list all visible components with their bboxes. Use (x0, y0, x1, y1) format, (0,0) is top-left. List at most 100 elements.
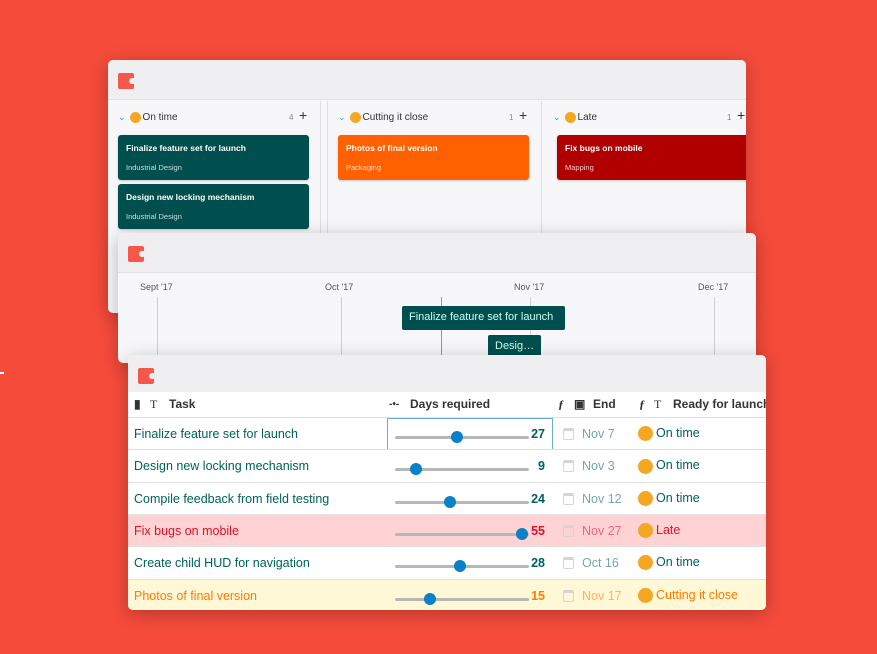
chevron-down-icon[interactable]: ⌄ (118, 112, 126, 123)
column-header-task[interactable]: Task (169, 397, 195, 411)
grinning-face-icon (638, 555, 653, 571)
kanban-card[interactable]: Design new locking mechanism Industrial D… (118, 184, 309, 229)
text-type-icon: T (150, 397, 158, 411)
astonished-face-icon (564, 111, 576, 123)
end-date: Nov 3 (582, 459, 615, 474)
slider-thumb[interactable] (409, 463, 422, 476)
column-header-end[interactable]: End (593, 397, 616, 411)
table-window: ▮ T Task -•- Days required ƒ ▣ End ƒ T R… (128, 355, 766, 610)
ready-status: On time (638, 555, 700, 571)
add-card-button[interactable]: + (299, 107, 307, 123)
timeline-bar[interactable]: Finalize feature set for launch (402, 306, 565, 330)
card-subtitle: Industrial Design (126, 163, 182, 172)
ready-label: On time (656, 426, 700, 440)
days-value: 28 (531, 556, 545, 571)
grinning-face-icon (638, 426, 653, 442)
ready-status: Late (638, 522, 681, 539)
ready-label: Cutting it close (656, 587, 738, 602)
calendar-icon (563, 428, 574, 440)
ready-status: Cutting it close (638, 588, 738, 603)
end-date: Oct 16 (582, 556, 619, 571)
grimacing-face-icon (349, 111, 361, 123)
task-name[interactable]: Finalize feature set for launch (134, 427, 298, 441)
task-name[interactable]: Create child HUD for navigation (134, 556, 310, 570)
text-type-icon: T (654, 397, 662, 411)
grinning-face-icon (638, 458, 653, 474)
month-gridline (157, 297, 158, 363)
month-label: Nov '17 (514, 282, 545, 292)
table-row[interactable]: Finalize feature set for launch 27 Nov 7… (128, 417, 766, 451)
table-row[interactable]: Create child HUD for navigation 28 Oct 1… (128, 546, 766, 579)
table-row[interactable]: Compile feedback from field testing 24 N… (128, 481, 766, 514)
column-title: Cutting it close (362, 111, 429, 123)
kanban-card[interactable]: Finalize feature set for launch Industria… (118, 135, 309, 180)
ready-status: On time (638, 426, 700, 442)
app-logo-icon (128, 246, 146, 262)
table-row[interactable]: Design new locking mechanism 9 Nov 3 On … (128, 449, 766, 482)
ready-status: On time (638, 491, 700, 506)
kanban-card[interactable]: Fix bugs on mobile Mapping (557, 135, 746, 180)
window-header (118, 233, 756, 273)
grinning-face-icon (638, 490, 653, 506)
column-count: 1 (727, 113, 732, 122)
task-name[interactable]: Photos of final version (134, 589, 257, 603)
end-date: Nov 17 (582, 588, 622, 603)
app-logo-icon (138, 368, 156, 384)
timeline-window: Sept '17 Oct '17 Nov '17 Dec '17 Finaliz… (118, 233, 756, 363)
column-count: 4 (289, 113, 294, 122)
decorative-dash (0, 372, 4, 374)
days-value: 15 (531, 588, 545, 603)
end-date: Nov 27 (582, 523, 622, 538)
month-label: Dec '17 (698, 282, 729, 292)
days-slider[interactable] (395, 463, 529, 476)
days-value: 9 (538, 459, 545, 474)
days-value: 24 (531, 491, 545, 506)
table-row[interactable]: Photos of final version 15 Nov 17 Cuttin… (128, 578, 766, 610)
month-label: Oct '17 (325, 282, 354, 292)
calendar-icon (563, 524, 574, 537)
column-header-ready[interactable]: Ready for launch (673, 397, 766, 411)
days-slider[interactable] (395, 495, 529, 508)
card-subtitle: Industrial Design (126, 212, 182, 221)
days-slider[interactable] (395, 431, 529, 443)
calendar-icon (563, 589, 574, 602)
days-value: 27 (531, 427, 545, 441)
chevron-down-icon[interactable]: ⌄ (553, 112, 561, 123)
days-slider[interactable] (395, 560, 529, 573)
grimacing-face-icon (638, 587, 653, 603)
astonished-face-icon (638, 523, 653, 539)
column-header-days[interactable]: Days required (410, 397, 490, 411)
formula-icon: ƒ (639, 397, 645, 411)
card-title: Design new locking mechanism (126, 192, 255, 202)
formula-icon: ƒ (558, 397, 564, 411)
days-slider[interactable] (395, 592, 529, 605)
kanban-card[interactable]: Photos of final version Packaging (338, 135, 529, 180)
slider-type-icon: -•- (389, 399, 400, 410)
grinning-face-icon (129, 111, 141, 123)
window-header (128, 355, 766, 392)
task-name[interactable]: Design new locking mechanism (134, 459, 309, 473)
calendar-icon: ▣ (574, 397, 586, 411)
end-date: Nov 7 (582, 427, 615, 441)
ready-label: On time (656, 490, 700, 505)
column-title: Late (577, 111, 598, 123)
card-subtitle: Mapping (565, 163, 594, 172)
slider-thumb[interactable] (453, 560, 466, 573)
column-count: 1 (509, 113, 514, 122)
calendar-icon (563, 492, 574, 505)
table-row[interactable]: Fix bugs on mobile 55 Nov 27 Late (128, 513, 766, 546)
card-title: Fix bugs on mobile (565, 143, 643, 153)
ready-status: On time (638, 458, 700, 474)
ready-label: Late (656, 522, 681, 537)
slider-thumb[interactable] (423, 592, 436, 605)
add-card-button[interactable]: + (519, 107, 527, 123)
task-name[interactable]: Compile feedback from field testing (134, 492, 329, 506)
month-gridline (714, 297, 715, 363)
chevron-down-icon[interactable]: ⌄ (338, 112, 346, 123)
slider-thumb[interactable] (444, 495, 457, 508)
task-name[interactable]: Fix bugs on mobile (134, 524, 239, 538)
add-card-button[interactable]: + (737, 107, 745, 123)
card-title: Finalize feature set for launch (126, 143, 246, 153)
days-slider[interactable] (395, 527, 529, 540)
days-value: 55 (531, 523, 545, 538)
